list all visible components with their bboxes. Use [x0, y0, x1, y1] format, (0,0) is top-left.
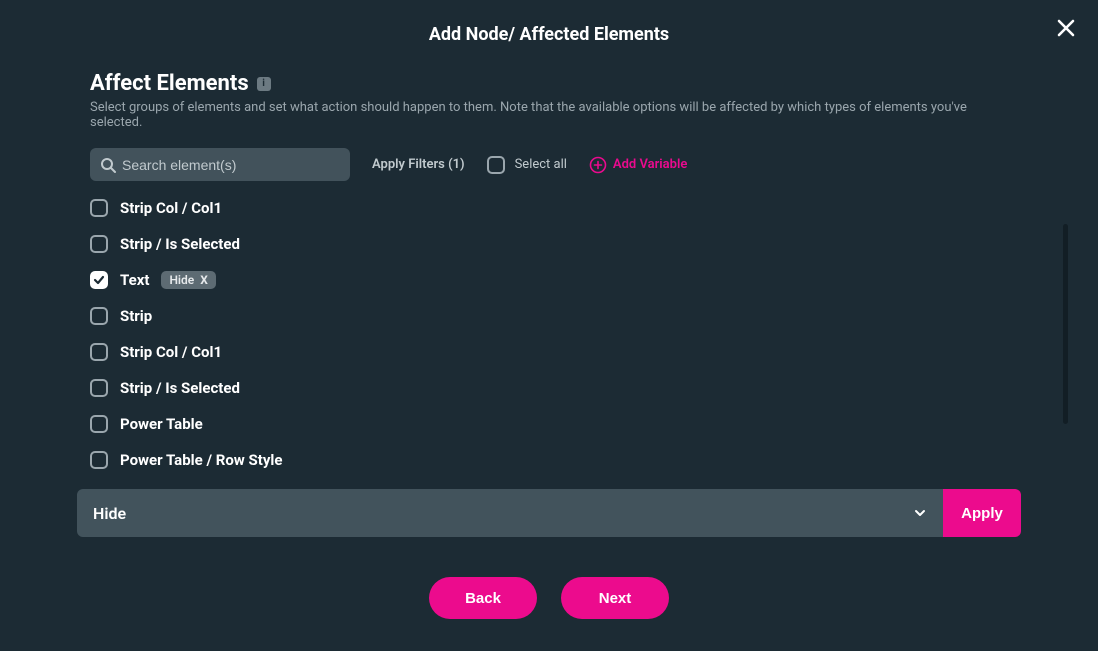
element-checkbox[interactable] — [90, 235, 108, 253]
search-field[interactable] — [90, 148, 350, 181]
info-icon[interactable]: i — [257, 77, 271, 91]
elements-list: Strip Col / Col1 Strip / Is Selected Text H… — [90, 199, 988, 469]
toolbar: Apply Filters (1) Select all Add Variabl… — [90, 148, 1008, 181]
element-label: Strip — [120, 307, 152, 325]
apply-button[interactable]: Apply — [943, 489, 1021, 537]
close-icon — [1056, 18, 1076, 38]
element-row: Power Table / Row Style — [90, 451, 988, 469]
action-select[interactable]: Hide — [77, 489, 943, 537]
action-select-value: Hide — [93, 504, 126, 523]
element-checkbox[interactable] — [90, 199, 108, 217]
scrollbar[interactable] — [1063, 224, 1068, 424]
element-label: Strip / Is Selected — [120, 235, 240, 253]
element-checkbox[interactable] — [90, 343, 108, 361]
apply-filters-button[interactable]: Apply Filters (1) — [372, 157, 465, 172]
element-tag[interactable]: Hide X — [161, 271, 215, 289]
element-checkbox[interactable] — [90, 271, 108, 289]
element-checkbox[interactable] — [90, 451, 108, 469]
element-checkbox[interactable] — [90, 379, 108, 397]
element-checkbox[interactable] — [90, 307, 108, 325]
element-row: Text Hide X — [90, 271, 988, 289]
element-row: Strip — [90, 307, 988, 325]
element-row: Strip Col / Col1 — [90, 199, 988, 217]
element-label: Power Table / Row Style — [120, 451, 283, 469]
modal: Add Node/ Affected Elements Affect Eleme… — [0, 0, 1098, 651]
section-title: Affect Elements — [90, 71, 249, 96]
add-variable-button[interactable]: Add Variable — [589, 156, 687, 174]
back-button[interactable]: Back — [429, 577, 537, 619]
tag-remove-icon[interactable]: X — [200, 273, 208, 287]
search-icon — [100, 157, 116, 173]
select-all-checkbox[interactable] — [487, 156, 505, 174]
element-row: Strip Col / Col1 — [90, 343, 988, 361]
action-bar: Hide Apply — [77, 489, 1021, 537]
select-all-label: Select all — [515, 157, 567, 172]
chevron-down-icon — [913, 506, 927, 520]
element-checkbox[interactable] — [90, 415, 108, 433]
elements-scroll: Strip Col / Col1 Strip / Is Selected Text H… — [90, 199, 1008, 489]
element-row: Strip / Is Selected — [90, 235, 988, 253]
modal-title: Add Node/ Affected Elements — [0, 24, 1098, 45]
element-label: Strip / Is Selected — [120, 379, 240, 397]
element-label: Text — [120, 271, 149, 289]
plus-circle-icon — [589, 156, 607, 174]
element-row: Strip / Is Selected — [90, 379, 988, 397]
footer-buttons: Back Next — [0, 577, 1098, 619]
element-label: Power Table — [120, 415, 203, 433]
content: Affect Elements i Select groups of eleme… — [0, 71, 1098, 489]
element-label: Strip Col / Col1 — [120, 199, 222, 217]
section-description: Select groups of elements and set what a… — [90, 100, 1008, 130]
element-row: Power Table — [90, 415, 988, 433]
next-button[interactable]: Next — [561, 577, 669, 619]
add-variable-label: Add Variable — [613, 157, 687, 172]
element-tag-label: Hide — [169, 273, 194, 287]
element-label: Strip Col / Col1 — [120, 343, 222, 361]
close-button[interactable] — [1052, 14, 1080, 42]
search-input[interactable] — [122, 157, 340, 173]
